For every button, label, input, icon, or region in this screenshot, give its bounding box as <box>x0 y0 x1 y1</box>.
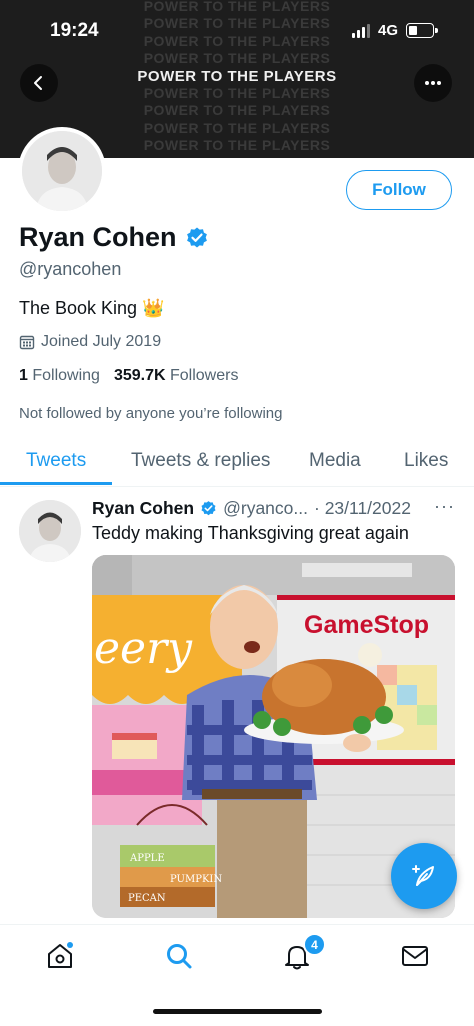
followers-count: 359.7K <box>113 367 166 384</box>
followers-label: Followers <box>170 367 239 384</box>
status-indicators: 4G <box>351 22 438 39</box>
verified-badge-icon <box>201 501 216 516</box>
banner-row: POWER TO THE PLAYERS <box>143 84 331 101</box>
banner-row: POWER TO THE PLAYERS <box>143 102 331 119</box>
compose-tweet-button[interactable] <box>391 843 457 909</box>
profile-bio: The Book King 👑 <box>19 298 165 318</box>
profile-name: Ryan Cohen <box>19 222 177 252</box>
battery-icon <box>406 23 438 38</box>
follow-button[interactable]: Follow <box>346 170 452 210</box>
banner-row-highlight: POWER TO THE PLAYERS <box>137 67 337 85</box>
notifications-badge: 4 <box>303 933 326 956</box>
nav-messages[interactable] <box>398 939 432 973</box>
back-arrow-icon <box>34 76 42 90</box>
banner-row: POWER TO THE PLAYERS <box>143 0 331 14</box>
verified-badge-icon <box>186 227 207 247</box>
status-time: 19:24 <box>50 20 99 41</box>
more-options-button[interactable] <box>414 64 452 102</box>
box-label-pecan: PECAN <box>128 893 166 904</box>
active-tab-indicator <box>0 482 112 485</box>
compose-feather-icon <box>412 865 434 886</box>
nav-home[interactable] <box>43 939 77 973</box>
profile-name-row: Ryan Cohen <box>19 222 209 253</box>
network-label: 4G <box>377 22 398 39</box>
signal-icon <box>351 23 370 38</box>
box-label-pumpkin: PUMPKIN <box>170 874 222 885</box>
followers-link[interactable]: 359.7K Followers <box>114 367 239 385</box>
follow-counts: 1 Following 359.7K Followers <box>19 367 238 385</box>
joined-text: Joined July 2019 <box>41 333 162 350</box>
joined-date: Joined July 2019 <box>19 333 161 351</box>
profile-avatar[interactable] <box>18 127 106 215</box>
more-icon <box>425 81 441 85</box>
tweet-header: Ryan Cohen @ryanco... · 23/11/2022 <box>92 498 411 519</box>
back-button[interactable] <box>20 64 58 102</box>
following-link[interactable]: 1 Following <box>19 367 100 385</box>
tab-media[interactable]: Media <box>309 450 361 472</box>
profile-tabs: Tweets Tweets & replies Media Likes <box>0 438 474 487</box>
tweet-author-name[interactable]: Ryan Cohen <box>92 498 194 519</box>
tweet-text: Teddy making Thanksgiving great again <box>92 523 409 543</box>
box-label-apple: APPLE <box>129 853 165 864</box>
calendar-icon <box>19 335 35 350</box>
gamestop-sign: GameStop <box>304 611 429 639</box>
bakery-sign: eery <box>94 623 193 674</box>
avatar-image <box>19 500 81 562</box>
following-count: 1 <box>19 367 28 384</box>
avatar-image <box>22 131 102 211</box>
nav-search[interactable] <box>162 939 196 973</box>
tweet-author-handle[interactable]: @ryanco... <box>223 498 308 519</box>
banner-row: POWER TO THE PLAYERS <box>143 50 331 67</box>
home-icon <box>48 942 73 968</box>
not-followed-note: Not followed by anyone you’re following <box>19 405 283 422</box>
following-label: Following <box>32 367 100 384</box>
tweet-date[interactable]: · 23/11/2022 <box>314 498 411 519</box>
home-indicator <box>153 1009 322 1014</box>
profile-handle: @ryancohen <box>19 259 122 279</box>
search-icon <box>167 944 192 969</box>
tweet-avatar[interactable] <box>19 500 81 562</box>
tab-tweets-replies[interactable]: Tweets & replies <box>131 450 270 472</box>
tab-tweets[interactable]: Tweets <box>26 450 86 472</box>
tweet-more-icon[interactable]: ··· <box>434 496 455 517</box>
tab-likes[interactable]: Likes <box>404 450 448 472</box>
mail-icon <box>402 946 428 966</box>
